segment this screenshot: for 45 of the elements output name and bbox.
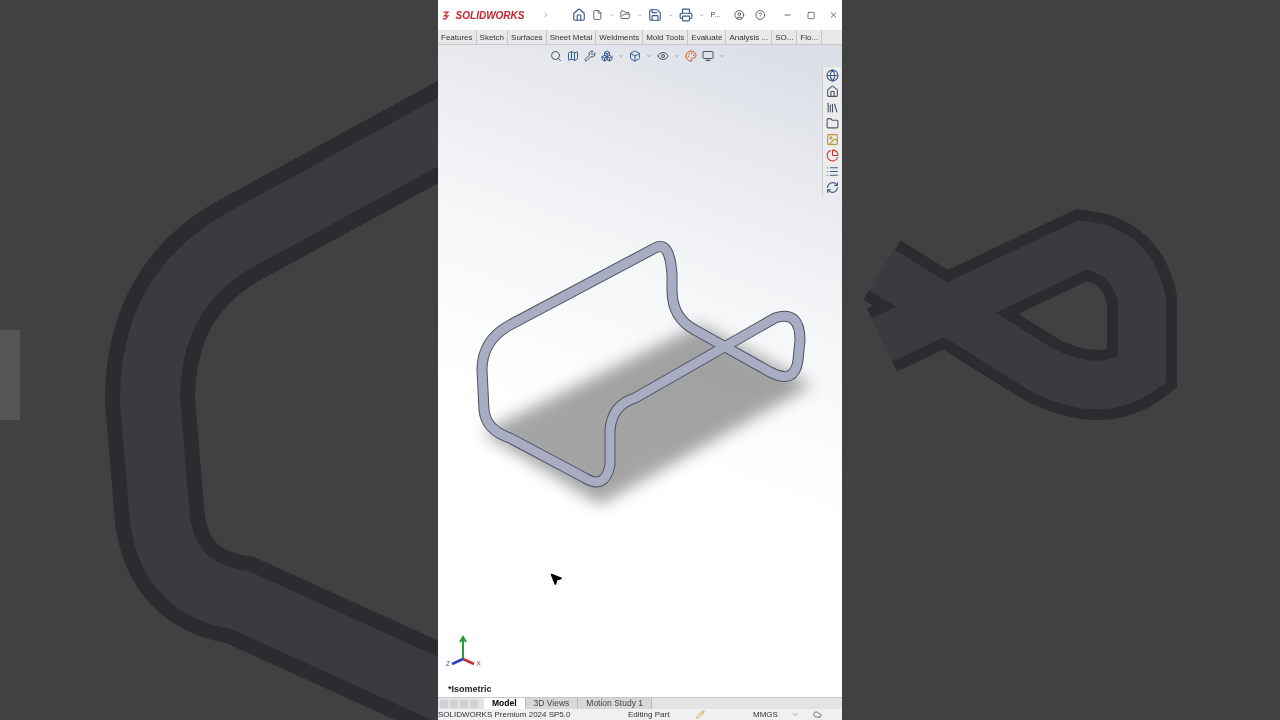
- image-icon[interactable]: [825, 133, 839, 146]
- home-icon[interactable]: [572, 8, 587, 22]
- list-icon[interactable]: [825, 165, 839, 178]
- library-icon[interactable]: [825, 101, 839, 114]
- maximize-icon[interactable]: [806, 9, 815, 21]
- save-icon[interactable]: [647, 8, 662, 22]
- pie-icon[interactable]: [825, 149, 839, 162]
- section-view-icon[interactable]: [601, 50, 613, 62]
- command-tab[interactable]: Weldments: [596, 30, 644, 44]
- command-tab[interactable]: Surfaces: [508, 30, 547, 44]
- command-tab[interactable]: Features: [438, 30, 477, 44]
- command-tab[interactable]: Evaluate: [688, 30, 727, 44]
- tools-icon[interactable]: [584, 50, 596, 62]
- units-button[interactable]: MMGS: [753, 708, 778, 720]
- status-text: Editing Part: [628, 708, 671, 720]
- close-icon[interactable]: [828, 9, 838, 21]
- caret-icon[interactable]: [791, 711, 799, 718]
- command-tab[interactable]: Analysis ...: [726, 30, 773, 44]
- command-tab[interactable]: Mold Tools: [643, 30, 689, 44]
- axis-triad-icon: [450, 635, 477, 667]
- display-icon[interactable]: [702, 50, 714, 62]
- view-name: *Isometric: [448, 682, 492, 696]
- command-tab[interactable]: Flo...: [797, 30, 823, 44]
- user-icon[interactable]: [734, 8, 745, 22]
- globe-icon[interactable]: [825, 69, 839, 82]
- refresh-icon[interactable]: [825, 181, 839, 194]
- home-icon[interactable]: [825, 85, 839, 98]
- print-icon[interactable]: [679, 8, 694, 22]
- cursor-icon: [549, 572, 563, 586]
- zoom-area-icon[interactable]: [567, 50, 579, 62]
- folder-icon[interactable]: [825, 117, 839, 130]
- zoom-icon[interactable]: [550, 50, 562, 62]
- cloud-icon[interactable]: [812, 710, 822, 719]
- open-icon[interactable]: [620, 8, 631, 22]
- product-version: SOLIDWORKS Premium 2024 SP5.0: [438, 708, 572, 720]
- logo-icon: [442, 9, 450, 21]
- app-logo: SOLIDWORKS: [455, 8, 525, 23]
- appearance-icon[interactable]: [685, 50, 697, 62]
- new-file-icon[interactable]: [592, 8, 603, 22]
- view-orientation-icon[interactable]: [629, 50, 641, 62]
- command-tab[interactable]: Sheet Metal: [546, 30, 597, 44]
- visibility-icon[interactable]: [657, 50, 669, 62]
- command-tab[interactable]: SO...: [772, 30, 798, 44]
- command-tab[interactable]: Sketch: [476, 30, 509, 44]
- help-icon[interactable]: [754, 8, 766, 22]
